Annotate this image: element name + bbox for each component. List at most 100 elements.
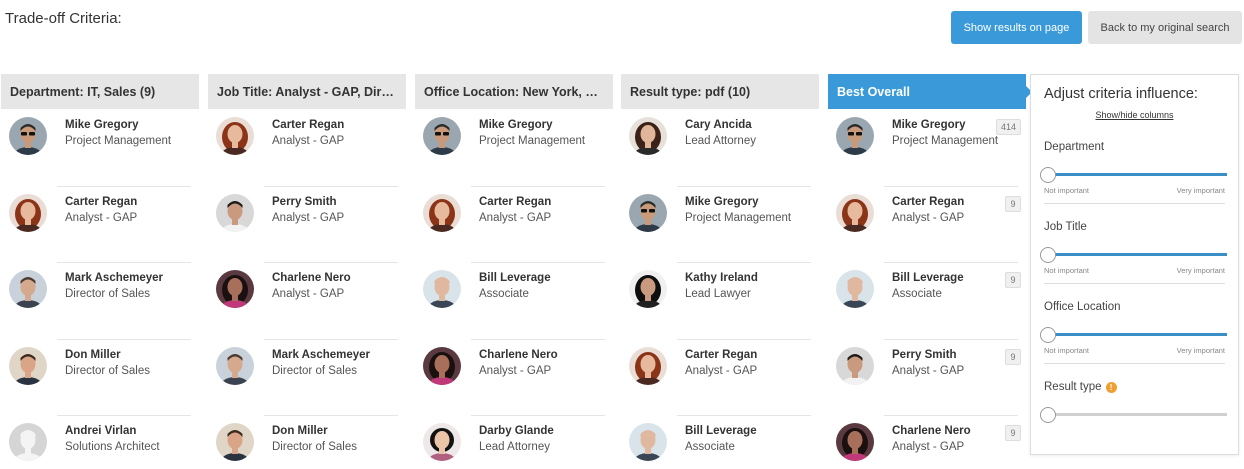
avatar[interactable] xyxy=(9,347,47,385)
person-card[interactable]: Carter Regan Analyst - GAP xyxy=(621,339,819,411)
person-card[interactable]: Charlene Nero Analyst - GAP xyxy=(208,262,406,334)
avatar[interactable] xyxy=(629,423,667,461)
person-card[interactable]: Perry Smith Analyst - GAP xyxy=(208,186,406,258)
avatar[interactable] xyxy=(629,270,667,308)
person-name[interactable]: Bill Leverage xyxy=(685,425,757,437)
avatar[interactable] xyxy=(836,423,874,461)
avatar[interactable] xyxy=(629,347,667,385)
avatar[interactable] xyxy=(216,270,254,308)
person-card[interactable]: Bill Leverage Associate 9 xyxy=(828,262,1026,334)
influence-slider[interactable] xyxy=(1040,327,1227,343)
avatar[interactable] xyxy=(836,270,874,308)
slider-thumb[interactable] xyxy=(1040,407,1056,423)
influence-slider[interactable] xyxy=(1040,167,1227,183)
person-name[interactable]: Don Miller xyxy=(65,349,121,361)
person-card[interactable]: Charlene Nero Analyst - GAP 9 xyxy=(828,415,1026,469)
slider-thumb[interactable] xyxy=(1040,167,1056,183)
person-name[interactable]: Charlene Nero xyxy=(892,425,971,437)
info-icon[interactable]: ! xyxy=(1105,381,1117,393)
show-results-button[interactable]: Show results on page xyxy=(951,11,1082,44)
person-card[interactable]: Charlene Nero Analyst - GAP xyxy=(415,339,613,411)
person-name[interactable]: Kathy Ireland xyxy=(685,272,758,284)
avatar[interactable] xyxy=(423,194,461,232)
person-card[interactable]: Carter Regan Analyst - GAP xyxy=(1,186,199,258)
person-name[interactable]: Bill Leverage xyxy=(479,272,551,284)
avatar[interactable] xyxy=(836,194,874,232)
avatar[interactable] xyxy=(423,117,461,155)
person-name[interactable]: Mark Aschemeyer xyxy=(65,272,163,284)
person-name[interactable]: Darby Glande xyxy=(479,425,554,437)
person-card[interactable]: Carter Regan Analyst - GAP xyxy=(208,117,406,181)
person-name[interactable]: Perry Smith xyxy=(892,349,957,361)
results-column: Best Overall xyxy=(828,74,1032,109)
person-card[interactable]: Don Miller Director of Sales xyxy=(1,339,199,411)
person-card[interactable]: Bill Leverage Associate xyxy=(415,262,613,334)
person-name[interactable]: Mark Aschemeyer xyxy=(272,349,370,361)
avatar[interactable] xyxy=(9,194,47,232)
column-header[interactable]: Office Location: New York, Boston xyxy=(415,74,613,109)
avatar[interactable] xyxy=(423,347,461,385)
avatar[interactable] xyxy=(629,194,667,232)
avatar[interactable] xyxy=(216,194,254,232)
person-name[interactable]: Charlene Nero xyxy=(272,272,351,284)
avatar[interactable] xyxy=(836,117,874,155)
person-card[interactable]: Mark Aschemeyer Director of Sales xyxy=(1,262,199,334)
person-card[interactable]: Mike Gregory Project Management xyxy=(1,117,199,181)
person-name[interactable]: Carter Regan xyxy=(892,196,964,208)
avatar[interactable] xyxy=(216,347,254,385)
column-header[interactable]: Department: IT, Sales (9) xyxy=(1,74,199,109)
person-card[interactable]: Bill Leverage Associate xyxy=(621,415,819,469)
person-card[interactable]: Mike Gregory Project Management xyxy=(415,117,613,181)
person-name[interactable]: Charlene Nero xyxy=(479,349,558,361)
person-name[interactable]: Mike Gregory xyxy=(65,119,139,131)
person-card[interactable]: Perry Smith Analyst - GAP 9 xyxy=(828,339,1026,411)
person-name[interactable]: Don Miller xyxy=(272,425,328,437)
avatar[interactable] xyxy=(216,423,254,461)
person-card[interactable]: Carter Regan Analyst - GAP 9 xyxy=(828,186,1026,258)
person-card[interactable]: Don Miller Director of Sales xyxy=(208,415,406,469)
person-card[interactable]: Carter Regan Analyst - GAP xyxy=(415,186,613,258)
person-card[interactable]: Cary Ancida Lead Attorney xyxy=(621,117,819,181)
person-name[interactable]: Perry Smith xyxy=(272,196,337,208)
person-name[interactable]: Mike Gregory xyxy=(892,119,966,131)
back-to-search-button[interactable]: Back to my original search xyxy=(1088,11,1242,44)
avatar[interactable] xyxy=(9,270,47,308)
avatar[interactable] xyxy=(423,270,461,308)
column-header-label: Result type: pdf (10) xyxy=(630,84,751,99)
person-name[interactable]: Mike Gregory xyxy=(685,196,759,208)
person-name[interactable]: Carter Regan xyxy=(479,196,551,208)
best-overall-header[interactable]: Best Overall xyxy=(828,74,1032,109)
column-header[interactable]: Job Title: Analyst - GAP, Director of Sa… xyxy=(208,74,406,109)
influence-slider[interactable] xyxy=(1040,247,1227,263)
criterion-label: Result type! xyxy=(1044,381,1117,393)
person-name[interactable]: Mike Gregory xyxy=(479,119,553,131)
avatar[interactable] xyxy=(423,423,461,461)
slider-thumb[interactable] xyxy=(1040,327,1056,343)
avatar[interactable] xyxy=(9,423,47,461)
slider-thumb[interactable] xyxy=(1040,247,1056,263)
results-column: Department: IT, Sales (9) xyxy=(1,74,199,109)
influence-slider[interactable] xyxy=(1040,407,1227,423)
person-name[interactable]: Bill Leverage xyxy=(892,272,964,284)
person-name[interactable]: Carter Regan xyxy=(685,349,757,361)
person-card[interactable]: Andrei Virlan Solutions Architect xyxy=(1,415,199,469)
row-divider xyxy=(57,339,191,340)
show-hide-columns-link[interactable]: Show/hide columns xyxy=(1031,110,1238,120)
person-name[interactable]: Andrei Virlan xyxy=(65,425,136,437)
avatar[interactable] xyxy=(216,117,254,155)
person-card[interactable]: Kathy Ireland Lead Lawyer xyxy=(621,262,819,334)
slider-track[interactable] xyxy=(1044,413,1227,416)
person-card[interactable]: Mike Gregory Project Management xyxy=(621,186,819,258)
avatar[interactable] xyxy=(836,347,874,385)
person-card[interactable]: Darby Glande Lead Attorney xyxy=(415,415,613,469)
avatar[interactable] xyxy=(9,117,47,155)
person-card[interactable]: Mark Aschemeyer Director of Sales xyxy=(208,339,406,411)
avatar[interactable] xyxy=(629,117,667,155)
person-name[interactable]: Cary Ancida xyxy=(685,119,752,131)
column-header[interactable]: Result type: pdf (10) xyxy=(621,74,819,109)
person-name[interactable]: Carter Regan xyxy=(65,196,137,208)
person-card[interactable]: Mike Gregory Project Management 414 xyxy=(828,117,1026,181)
person-role: Project Management xyxy=(685,212,792,224)
person-role: Lead Lawyer xyxy=(685,288,751,300)
person-name[interactable]: Carter Regan xyxy=(272,119,344,131)
